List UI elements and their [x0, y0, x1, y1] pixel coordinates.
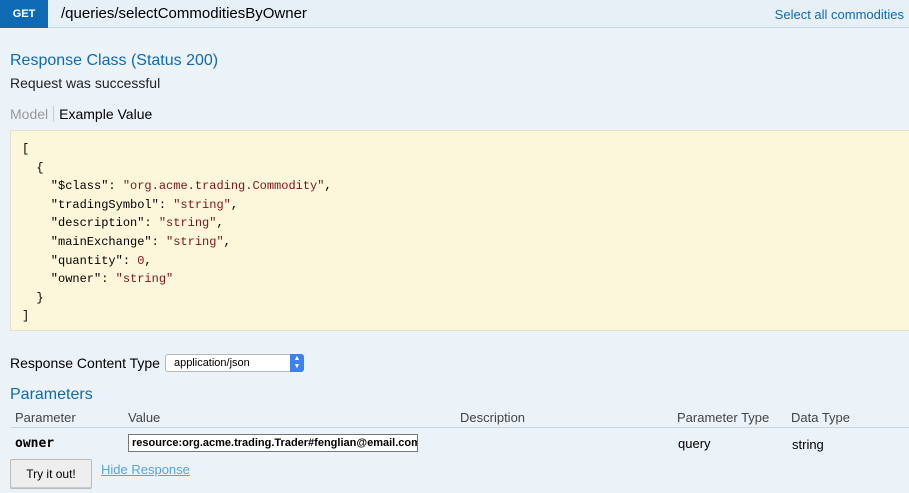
endpoint-path[interactable]: /queries/selectCommoditiesByOwner [61, 5, 307, 22]
code-value: "string" [115, 272, 174, 287]
code-line: { [22, 160, 44, 175]
column-data-type: Data Type [791, 410, 851, 425]
signature-tabs: Model Example Value [10, 105, 152, 123]
column-description: Description [460, 410, 526, 425]
code-line: "mainExchange": "string", [22, 233, 903, 252]
code-punctuation: , [230, 197, 239, 212]
hide-response-link[interactable]: Hide Response [101, 462, 190, 477]
code-value: "string" [173, 197, 231, 212]
content-type-select[interactable]: application/json ▲ ▼ [164, 354, 304, 372]
response-class-heading: Response Class (Status 200) [10, 52, 219, 69]
code-key: "quantity": [22, 253, 138, 268]
example-value-code[interactable]: [ { "$class": "org.acme.trading.Commodit… [10, 130, 909, 331]
column-parameter-type: Parameter Type [677, 410, 770, 425]
code-punctuation: , [144, 253, 152, 268]
content-type-value: application/json [173, 357, 250, 369]
tab-example-value[interactable]: Example Value [54, 106, 152, 122]
tab-model[interactable]: Model [10, 106, 55, 122]
response-content-type: Response Content Type application/json ▲… [10, 354, 304, 372]
code-line: ] [22, 309, 30, 324]
code-line: "owner": "string" [22, 270, 903, 289]
code-line: } [22, 290, 44, 305]
parameters-heading: Parameters [10, 386, 93, 403]
operation-header[interactable]: GET /queries/selectCommoditiesByOwner Se… [0, 0, 909, 28]
parameter-name: owner [15, 436, 55, 451]
code-value: "string" [166, 234, 224, 249]
column-parameter: Parameter [15, 410, 76, 425]
code-key: "tradingSymbol": [22, 197, 174, 212]
code-value: "org.acme.trading.Commodity" [122, 179, 325, 194]
response-description: Request was successful [10, 75, 161, 91]
code-line: "quantity": 0, [22, 252, 903, 271]
code-key: "owner": [22, 272, 116, 287]
code-key: "$class": [22, 179, 123, 194]
code-punctuation: , [324, 179, 332, 194]
parameter-type: query [678, 436, 711, 451]
code-punctuation: , [216, 216, 224, 231]
http-method-badge[interactable]: GET [0, 0, 48, 28]
select-arrows-icon: ▲ ▼ [289, 354, 304, 372]
code-key: "description": [22, 216, 159, 231]
code-line: "$class": "org.acme.trading.Commodity", [22, 177, 903, 196]
parameters-table-header: Parameter Value Description Parameter Ty… [10, 408, 909, 428]
table-row: owner query string [10, 431, 909, 455]
data-type: string [792, 437, 824, 452]
code-line: "tradingSymbol": "string", [22, 196, 903, 215]
code-punctuation: , [223, 234, 231, 249]
operation-summary[interactable]: Select all commodities [775, 7, 904, 22]
column-value: Value [128, 410, 161, 425]
code-line: [ [22, 142, 30, 156]
code-line: "description": "string", [22, 214, 903, 233]
content-type-label: Response Content Type [10, 355, 160, 371]
owner-value-input[interactable] [128, 434, 418, 452]
code-value: "string" [158, 216, 217, 231]
try-it-out-button[interactable]: Try it out! [10, 459, 92, 489]
code-key: "mainExchange": [22, 234, 167, 249]
